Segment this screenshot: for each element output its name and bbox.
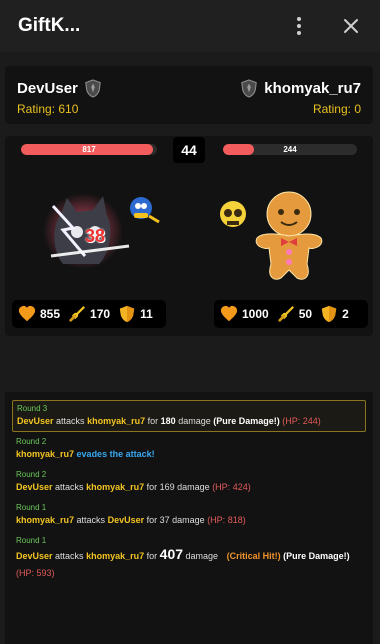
log-message: DevUser attacks khomyak_ru7 for 407 dama… — [16, 546, 362, 582]
log-entry: Round 1 DevUser attacks khomyak_ru7 for … — [12, 533, 366, 585]
players-panel: DevUser Rating: 610 khomyak_ru7 Rating: … — [5, 66, 373, 124]
log-entry: Round 1 khomyak_ru7 attacks DevUser for … — [12, 500, 366, 530]
log-hp: (HP: 593) — [16, 568, 55, 578]
log-crit: (Critical Hit!) — [226, 551, 281, 561]
battle-log: Round 3 DevUser attacks khomyak_ru7 for … — [5, 392, 373, 644]
left-hp-value: 817 — [82, 145, 96, 154]
right-hp-bar: 244 — [223, 144, 357, 155]
round-counter: 44 — [173, 137, 205, 163]
log-entry: Round 3 DevUser attacks khomyak_ru7 for … — [12, 400, 366, 432]
more-vertical-icon[interactable] — [288, 14, 310, 38]
log-hp: (HP: 818) — [207, 515, 246, 525]
log-damage-unit: damage — [178, 416, 211, 426]
battle-arena: 817 44 244 38 855 170 11 1000 50 2 — [5, 136, 373, 336]
left-stats-bar: 855 170 11 — [12, 300, 166, 328]
player-left-rating: Rating: 610 — [17, 102, 79, 116]
close-icon[interactable] — [339, 14, 363, 38]
log-evade: evades the attack! — [76, 449, 155, 459]
log-verb: attacks — [55, 551, 84, 561]
left-fighter-sprite: 38 — [33, 186, 161, 281]
log-text: for 169 damage — [146, 482, 210, 492]
log-attacker: DevUser — [16, 551, 53, 561]
left-attack-stat: 170 — [68, 305, 110, 323]
left-defense-stat-value: 11 — [140, 307, 153, 321]
player-right[interactable]: khomyak_ru7 — [240, 79, 361, 98]
log-entry: Round 2 DevUser attacks khomyak_ru7 for … — [12, 467, 366, 497]
log-target: khomyak_ru7 — [87, 416, 146, 426]
sword-icon — [278, 306, 294, 322]
player-left[interactable]: DevUser — [17, 79, 102, 98]
heart-icon — [220, 305, 238, 322]
shield-icon — [119, 305, 135, 323]
log-tag: (Pure Damage!) — [213, 416, 280, 426]
right-attack-stat-value: 50 — [298, 307, 313, 321]
right-fighter-sprite — [213, 186, 333, 286]
log-target: DevUser — [107, 515, 145, 525]
log-message: khomyak_ru7 evades the attack! — [16, 447, 362, 461]
left-hp-bar: 817 — [21, 144, 157, 155]
log-damage-unit: damage — [185, 551, 219, 561]
left-defense-stat: 11 — [118, 305, 153, 323]
right-defense-stat-value: 2 — [342, 307, 349, 321]
log-message: khomyak_ru7 attacks DevUser for 37 damag… — [16, 513, 362, 527]
player-right-rating: Rating: 0 — [312, 102, 361, 116]
rank-shield-icon — [240, 79, 258, 98]
app-title: GiftK... — [18, 15, 81, 36]
left-hp-stat: 855 — [18, 305, 60, 323]
log-entry: Round 2 khomyak_ru7 evades the attack! — [12, 434, 366, 464]
log-message: DevUser attacks khomyak_ru7 for 169 dama… — [16, 480, 362, 494]
left-attack-stat-value: 170 — [90, 307, 111, 321]
right-stats-bar: 1000 50 2 — [214, 300, 368, 328]
right-attack-stat: 50 — [277, 305, 312, 323]
heart-icon — [18, 305, 36, 322]
log-attacker: DevUser — [17, 416, 54, 426]
right-hp-stat: 1000 — [220, 305, 269, 323]
rank-shield-icon — [84, 79, 102, 98]
player-left-name: DevUser — [17, 80, 78, 97]
log-target: khomyak_ru7 — [86, 551, 145, 561]
log-round: Round 2 — [16, 470, 47, 479]
log-round: Round 1 — [16, 536, 47, 545]
log-verb: attacks — [55, 482, 84, 492]
shield-icon — [321, 305, 337, 323]
damage-popup: 38 — [85, 226, 106, 246]
log-for: for — [146, 551, 158, 561]
player-right-name: khomyak_ru7 — [264, 80, 361, 97]
log-attacker: DevUser — [16, 482, 53, 492]
log-target: khomyak_ru7 — [86, 482, 145, 492]
log-text: for 37 damage — [146, 515, 205, 525]
log-round: Round 3 — [17, 404, 48, 413]
log-tag: (Pure Damage!) — [283, 551, 350, 561]
log-message: DevUser attacks khomyak_ru7 for 180 dama… — [17, 414, 361, 428]
sword-icon — [69, 306, 85, 322]
left-hp-stat-value: 855 — [40, 307, 61, 321]
log-hp: (HP: 244) — [282, 416, 321, 426]
log-round: Round 1 — [16, 503, 47, 512]
log-attacker: khomyak_ru7 — [16, 449, 75, 459]
log-damage-value: 407 — [159, 546, 184, 562]
title-bar: GiftK... — [0, 0, 380, 52]
log-hp: (HP: 424) — [212, 482, 251, 492]
right-defense-stat: 2 — [320, 305, 349, 323]
log-damage-value: 180 — [160, 416, 176, 426]
log-round: Round 2 — [16, 437, 47, 446]
log-for: for — [147, 416, 159, 426]
log-verb: attacks — [56, 416, 85, 426]
log-verb: attacks — [76, 515, 106, 525]
right-hp-stat-value: 1000 — [242, 307, 269, 321]
right-hp-value: 244 — [283, 145, 297, 154]
log-attacker: khomyak_ru7 — [16, 515, 75, 525]
